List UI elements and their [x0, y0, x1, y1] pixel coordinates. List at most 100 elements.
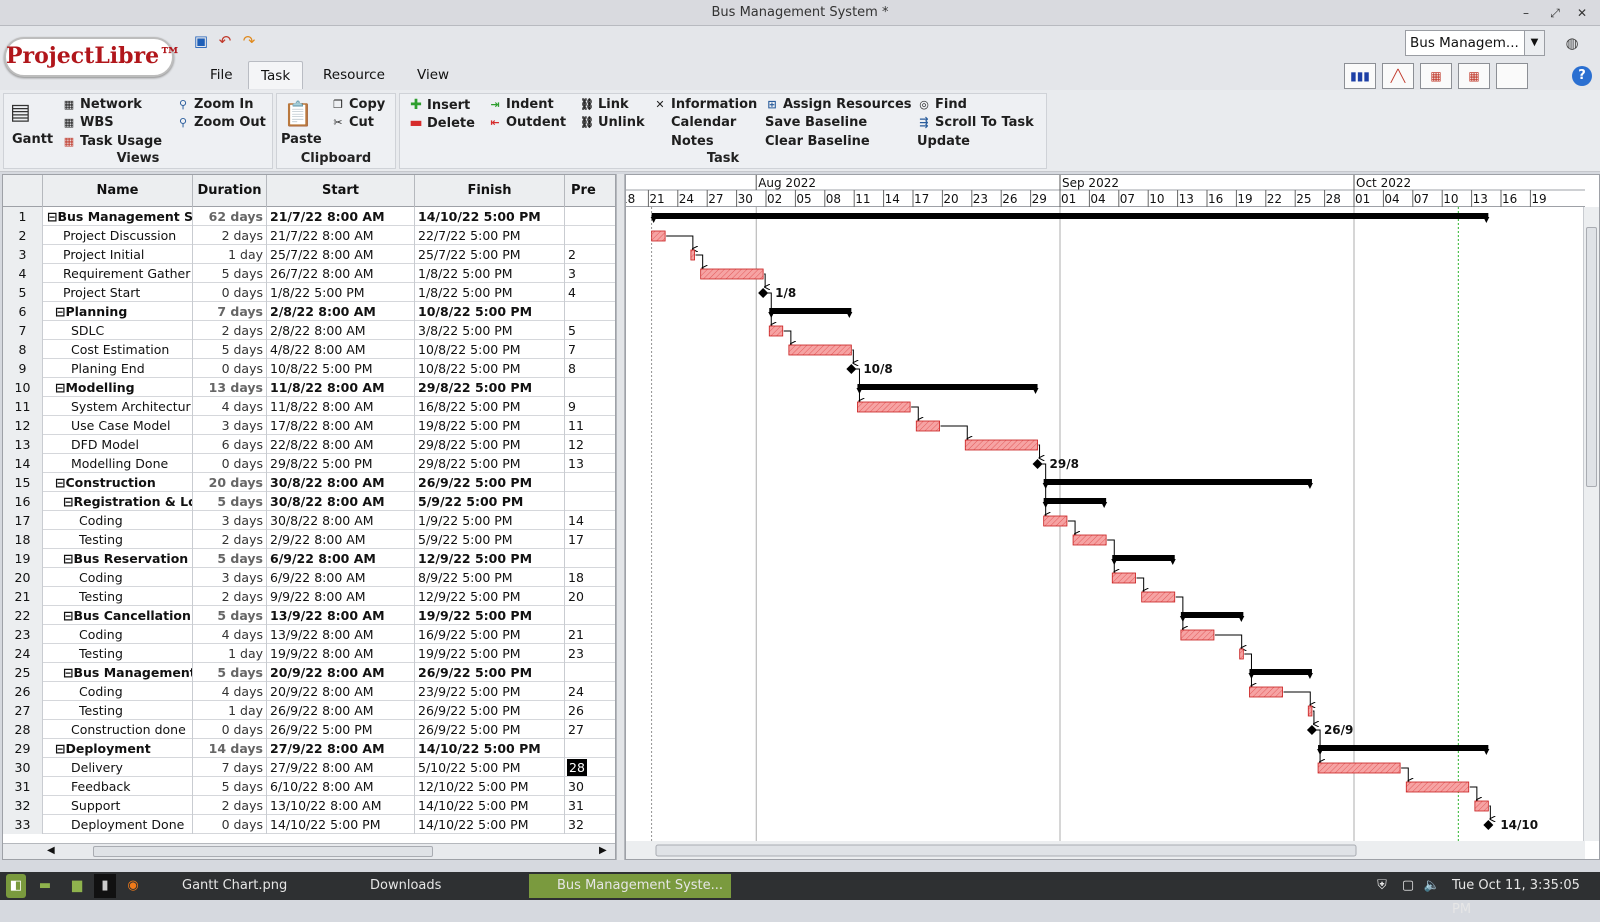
task-start[interactable]: 25/7/22 8:00 AM [267, 245, 415, 264]
notes-button[interactable]: Notes [653, 134, 714, 149]
table-row[interactable]: 27 Testing 1 day 26/9/22 8:00 AM 26/9/22 5:0… [3, 701, 615, 720]
task-finish[interactable]: 14/10/22 5:00 PM [415, 739, 565, 758]
task-predecessors[interactable]: 21 [565, 625, 615, 644]
table-row[interactable]: 28 Construction done 0 days 26/9/22 5:00 PM… [3, 720, 615, 739]
task-finish[interactable]: 26/9/22 5:00 PM [415, 473, 565, 492]
menu-icon[interactable]: ◧ [6, 874, 26, 898]
task-finish[interactable]: 1/9/22 5:00 PM [415, 511, 565, 530]
task-start[interactable]: 26/9/22 8:00 AM [267, 701, 415, 720]
task-duration[interactable]: 0 days [193, 815, 267, 834]
save-baseline-button[interactable]: Save Baseline [765, 115, 867, 130]
table-row[interactable]: 4 Requirement Gather 5 days 26/7/22 8:00 AM… [3, 264, 615, 283]
task-name[interactable]: ⊟Registration & Lo [43, 492, 193, 511]
task-duration[interactable]: 2 days [193, 796, 267, 815]
table-row[interactable]: 7 SDLC 2 days 2/8/22 8:00 AM 3/8/22 5:00 PM 5 [3, 321, 615, 340]
task-duration[interactable]: 5 days [193, 264, 267, 283]
task-name[interactable]: Modelling Done [43, 454, 193, 473]
scroll-to-task-button[interactable]: ⇶ Scroll To Task [917, 115, 1033, 130]
task-duration[interactable]: 1 day [193, 245, 267, 264]
task-predecessors[interactable]: 14 [565, 511, 615, 530]
task-predecessors[interactable] [565, 663, 615, 682]
taskbar-item-downloads[interactable]: Downloads [346, 874, 441, 898]
task-duration[interactable]: 62 days [193, 207, 267, 226]
task-name[interactable]: Use Case Model [43, 416, 193, 435]
task-start[interactable]: 27/9/22 8:00 AM [267, 739, 415, 758]
delete-button[interactable]: ▬ Delete [409, 115, 475, 131]
folder-icon[interactable]: ▆ [66, 874, 88, 898]
task-duration[interactable]: 0 days [193, 359, 267, 378]
task-predecessors[interactable]: 11 [565, 416, 615, 435]
task-finish[interactable]: 1/8/22 5:00 PM [415, 264, 565, 283]
task-finish[interactable]: 26/9/22 5:00 PM [415, 663, 565, 682]
task-duration[interactable]: 14 days [193, 739, 267, 758]
task-name[interactable]: Delivery [43, 758, 193, 777]
task-duration[interactable]: 0 days [193, 454, 267, 473]
task-finish[interactable]: 29/8/22 5:00 PM [415, 378, 565, 397]
resource-usage-view-icon[interactable]: ▦ [1458, 63, 1490, 89]
task-name[interactable]: Coding [43, 625, 193, 644]
tab-task[interactable]: Task [248, 61, 304, 89]
task-name[interactable]: ⊟Modelling [43, 378, 193, 397]
table-row[interactable]: 3 Project Initial 1 day 25/7/22 8:00 AM 25/7… [3, 245, 615, 264]
task-predecessors[interactable]: 23 [565, 644, 615, 663]
task-finish[interactable]: 19/8/22 5:00 PM [415, 416, 565, 435]
table-row[interactable]: 25 ⊟Bus Management 5 days 20/9/22 8:00 AM 26… [3, 663, 615, 682]
task-name[interactable]: Testing [43, 530, 193, 549]
header-name[interactable]: Name [43, 175, 193, 207]
task-finish[interactable]: 19/9/22 5:00 PM [415, 606, 565, 625]
shield-icon[interactable]: ⛨ [1372, 874, 1392, 898]
task-predecessors[interactable] [565, 739, 615, 758]
table-row[interactable]: 14 Modelling Done 0 days 29/8/22 5:00 PM 29/… [3, 454, 615, 473]
task-start[interactable]: 2/9/22 8:00 AM [267, 530, 415, 549]
task-duration[interactable]: 5 days [193, 549, 267, 568]
task-finish[interactable]: 10/8/22 5:00 PM [415, 359, 565, 378]
chevron-down-icon[interactable]: ▼ [1524, 31, 1544, 55]
task-name[interactable]: Requirement Gather [43, 264, 193, 283]
task-predecessors[interactable]: 20 [565, 587, 615, 606]
task-start[interactable]: 2/8/22 8:00 AM [267, 321, 415, 340]
task-start[interactable]: 13/9/22 8:00 AM [267, 606, 415, 625]
table-row[interactable]: 15 ⊟Construction 20 days 30/8/22 8:00 AM 26/… [3, 473, 615, 492]
task-finish[interactable]: 5/9/22 5:00 PM [415, 530, 565, 549]
chart-view-icon[interactable]: ╱╲ [1382, 63, 1414, 89]
redo-icon[interactable]: ↷ [240, 32, 258, 50]
task-finish[interactable]: 14/10/22 5:00 PM [415, 796, 565, 815]
indent-button[interactable]: ⇥ Indent [488, 97, 553, 112]
task-start[interactable]: 6/9/22 8:00 AM [267, 568, 415, 587]
assign-resources-button[interactable]: ⊞ Assign Resources [765, 97, 911, 112]
task-finish[interactable]: 10/8/22 5:00 PM [415, 340, 565, 359]
clock[interactable]: Tue Oct 11, 3:35:05 PM [1452, 874, 1600, 917]
table-row[interactable]: 32 Support 2 days 13/10/22 8:00 AM 14/10/22 … [3, 796, 615, 815]
task-duration[interactable]: 5 days [193, 492, 267, 511]
task-predecessors[interactable]: 13 [565, 454, 615, 473]
task-predecessors[interactable]: 7 [565, 340, 615, 359]
table-row[interactable]: 31 Feedback 5 days 6/10/22 8:00 AM 12/10/22 … [3, 777, 615, 796]
gantt-button[interactable]: Gantt [12, 132, 53, 147]
selected-cell[interactable]: 28 [567, 759, 587, 776]
table-row[interactable]: 33 Deployment Done 0 days 14/10/22 5:00 PM 1… [3, 815, 615, 834]
unlink-button[interactable]: ⛓ Unlink [580, 115, 645, 130]
task-duration[interactable]: 20 days [193, 473, 267, 492]
task-duration[interactable]: 1 day [193, 644, 267, 663]
task-start[interactable]: 14/10/22 5:00 PM [267, 815, 415, 834]
task-finish[interactable]: 19/9/22 5:00 PM [415, 644, 565, 663]
task-usage-button[interactable]: ▦ Task Usage [62, 134, 162, 149]
close-button[interactable]: ✕ [1572, 0, 1592, 26]
information-button[interactable]: ✕ Information [653, 97, 757, 112]
task-name[interactable]: Construction done [43, 720, 193, 739]
task-predecessors[interactable]: 17 [565, 530, 615, 549]
paste-button[interactable]: Paste [281, 132, 322, 147]
task-predecessors[interactable]: 4 [565, 283, 615, 302]
task-finish[interactable]: 16/9/22 5:00 PM [415, 625, 565, 644]
task-name[interactable]: Testing [43, 644, 193, 663]
task-start[interactable]: 20/9/22 8:00 AM [267, 682, 415, 701]
task-start[interactable]: 22/8/22 8:00 AM [267, 435, 415, 454]
task-predecessors[interactable] [565, 226, 615, 245]
task-finish[interactable]: 1/8/22 5:00 PM [415, 283, 565, 302]
task-finish[interactable]: 23/9/22 5:00 PM [415, 682, 565, 701]
task-name[interactable]: SDLC [43, 321, 193, 340]
task-start[interactable]: 11/8/22 8:00 AM [267, 397, 415, 416]
task-predecessors[interactable] [565, 492, 615, 511]
table-row[interactable]: 30 Delivery 7 days 27/9/22 8:00 AM 5/10/22 5… [3, 758, 615, 777]
task-start[interactable]: 30/8/22 8:00 AM [267, 492, 415, 511]
